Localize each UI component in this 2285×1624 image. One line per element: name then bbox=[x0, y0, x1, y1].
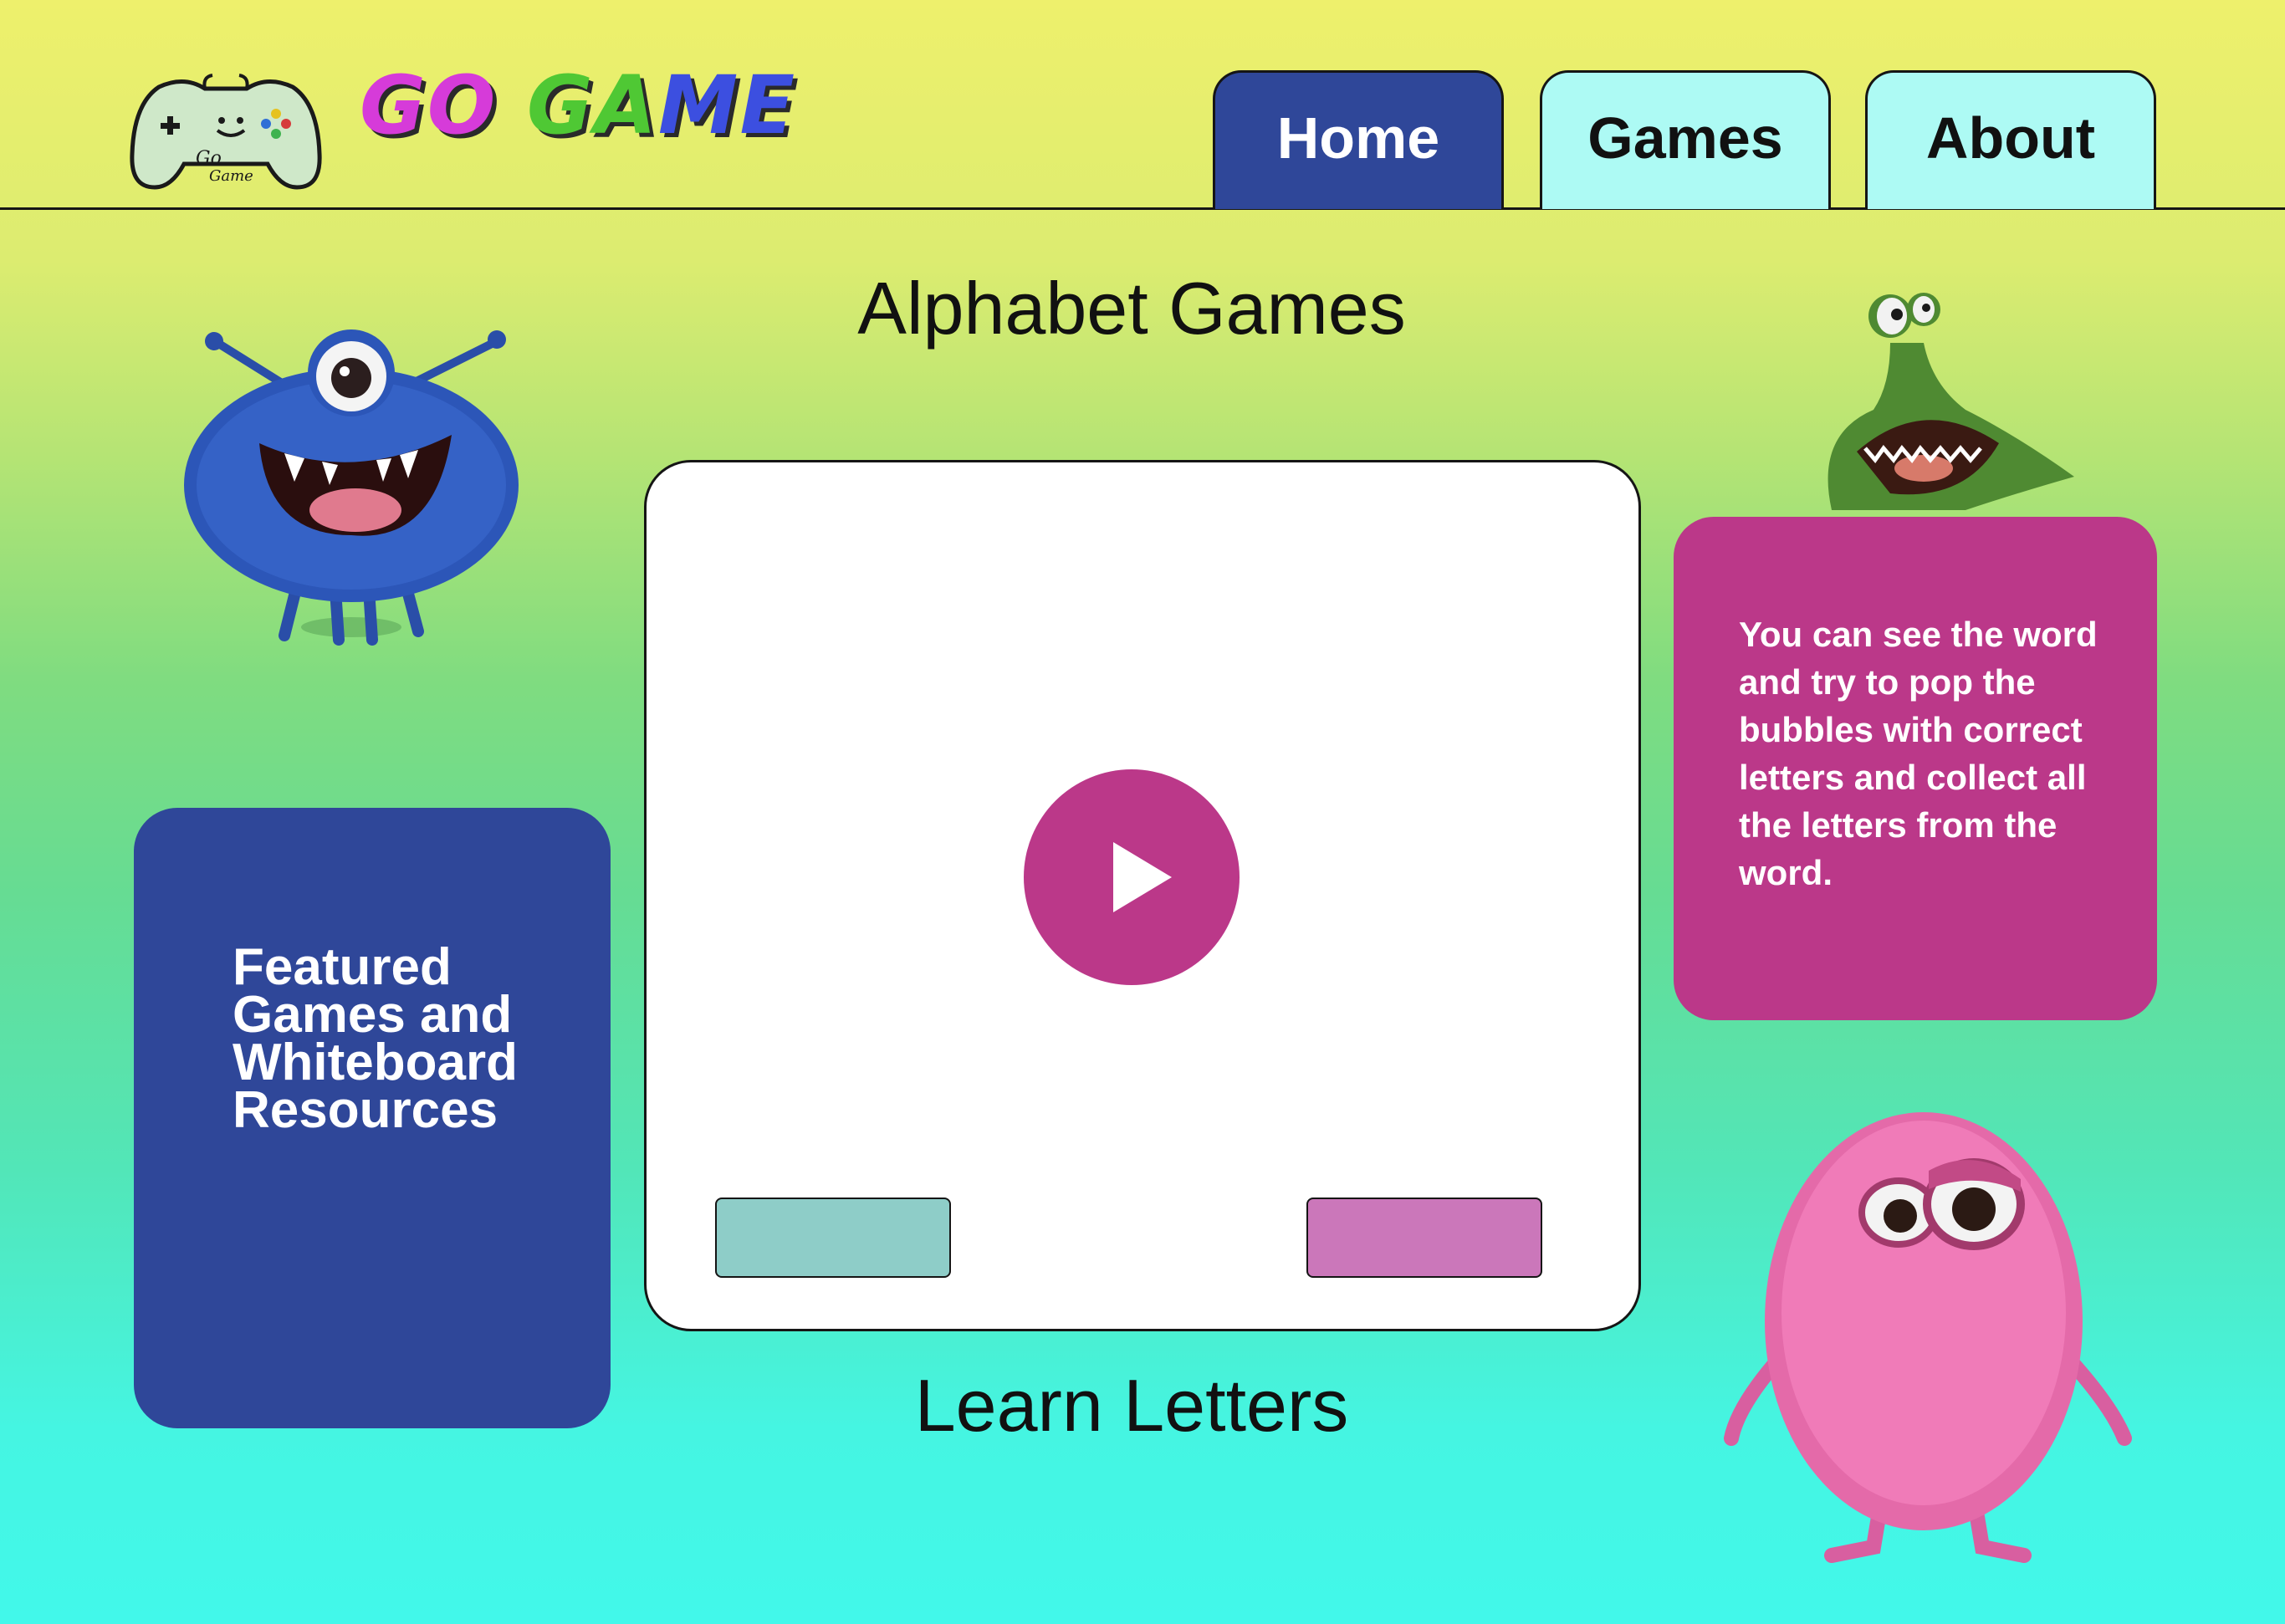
brand-part-3: ME bbox=[657, 59, 797, 152]
nav-home-tab[interactable]: Home bbox=[1213, 70, 1504, 209]
pink-monster-illustration bbox=[1706, 1045, 2141, 1581]
gamepad-logo-icon[interactable]: Go Game bbox=[125, 70, 326, 191]
brand-wordmark[interactable]: GO GAME bbox=[360, 59, 796, 152]
svg-text:Game: Game bbox=[209, 167, 253, 185]
featured-resources-card[interactable]: Featured Games and Whiteboard Resources bbox=[134, 808, 611, 1428]
game-option-pink-button[interactable] bbox=[1306, 1198, 1542, 1278]
play-button[interactable] bbox=[1024, 769, 1240, 985]
game-option-teal-button[interactable] bbox=[715, 1198, 951, 1278]
blue-monster-illustration bbox=[159, 318, 544, 669]
play-icon bbox=[1113, 842, 1172, 912]
game-description-text: You can see the word and try to pop the … bbox=[1739, 615, 2098, 892]
svg-text:Go: Go bbox=[196, 148, 222, 169]
game-description-card: You can see the word and try to pop the … bbox=[1674, 517, 2157, 1020]
game-subtitle: Learn Letters bbox=[914, 1364, 1349, 1447]
nav-about-tab[interactable]: About bbox=[1865, 70, 2156, 209]
green-monster-illustration bbox=[1798, 284, 2083, 527]
brand-part-2: GA bbox=[526, 59, 658, 152]
featured-card-text: Featured Games and Whiteboard Resources bbox=[233, 938, 518, 1139]
brand-part-1: GO bbox=[360, 59, 498, 152]
nav-games-tab[interactable]: Games bbox=[1540, 70, 1831, 209]
